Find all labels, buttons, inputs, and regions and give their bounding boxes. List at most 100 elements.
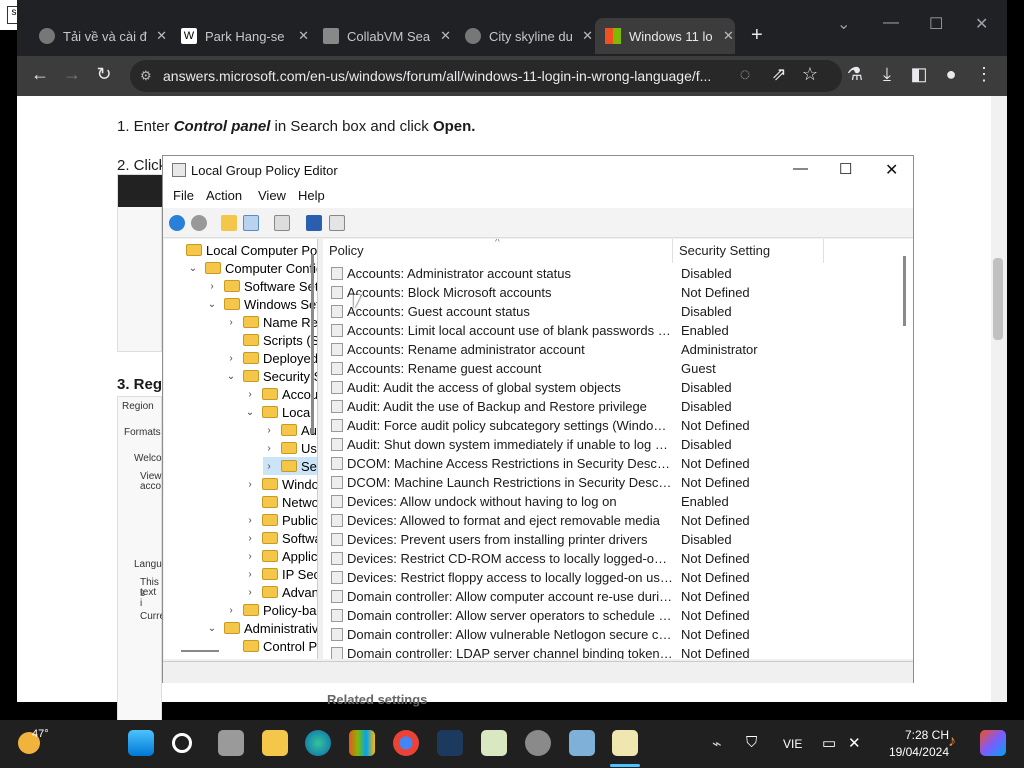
tree-hscroll-thumb[interactable]: [181, 650, 219, 652]
back-icon[interactable]: ←: [28, 64, 52, 85]
language-indicator[interactable]: VIE: [783, 737, 802, 751]
close-tab-icon[interactable]: ✕: [582, 28, 593, 44]
tab-search-icon[interactable]: ⌄: [837, 14, 850, 34]
up-folder-icon[interactable]: [221, 215, 237, 231]
tree-node[interactable]: › Software Setti: [206, 277, 317, 295]
chevron-right-icon[interactable]: ›: [244, 569, 256, 580]
policy-row[interactable]: DCOM: Machine Launch Restrictions in Sec…: [323, 473, 903, 492]
display-icon[interactable]: ▭: [822, 734, 836, 752]
tree-node[interactable]: › Softwa: [244, 529, 317, 547]
reload-icon[interactable]: ↻: [92, 64, 116, 85]
policy-row[interactable]: Devices: Allow undock without having to …: [323, 492, 903, 511]
chrome-icon[interactable]: [393, 730, 419, 756]
policy-row[interactable]: Accounts: Guest account status Disabled: [323, 302, 903, 321]
tree-node[interactable]: › Policy-bas: [225, 601, 317, 619]
bookmark-star-icon[interactable]: ☆: [798, 64, 822, 85]
menu-kebab-icon[interactable]: ⋮: [972, 64, 996, 85]
tree-node[interactable]: Local Computer Polic: [168, 241, 317, 259]
labs-flask-icon[interactable]: ⚗: [843, 64, 867, 85]
policy-row[interactable]: Domain controller: Allow server operator…: [323, 606, 903, 625]
tree-node[interactable]: ⌄Local P: [244, 403, 317, 421]
forward-icon[interactable]: [191, 215, 207, 231]
download-icon[interactable]: ⤓: [875, 64, 899, 85]
start-windows-icon[interactable]: [128, 730, 154, 756]
chevron-right-icon[interactable]: ›: [244, 587, 256, 598]
tree-node[interactable]: › Deployed: [225, 349, 317, 367]
copilot-icon[interactable]: [980, 730, 1006, 756]
minimize-icon[interactable]: —: [883, 14, 899, 32]
tree-node[interactable]: › Applic: [244, 547, 317, 565]
policy-row[interactable]: Domain controller: Allow vulnerable Netl…: [323, 625, 903, 644]
notepad-app-icon[interactable]: [481, 730, 507, 756]
close-icon[interactable]: ✕: [885, 160, 898, 180]
site-info-icon[interactable]: ⚙: [140, 60, 152, 92]
chevron-right-icon[interactable]: ›: [225, 353, 237, 364]
tree-node[interactable]: › Public: [244, 511, 317, 529]
clock-date[interactable]: 19/04/2024: [879, 745, 949, 759]
policy-row[interactable]: Audit: Audit the access of global system…: [323, 378, 903, 397]
browser-tab[interactable]: City skyline du ✕: [455, 18, 593, 54]
close-tab-icon[interactable]: ✕: [156, 28, 167, 44]
menu-action[interactable]: Action: [206, 188, 242, 203]
tree-node[interactable]: › Accou: [244, 385, 317, 403]
list-scrollbar-thumb[interactable]: [903, 256, 906, 326]
browser-tab[interactable]: W Park Hang-se ✕: [171, 18, 309, 54]
control-panel-icon[interactable]: [569, 730, 595, 756]
minimize-icon[interactable]: —: [793, 160, 808, 177]
chevron-down-icon[interactable]: ⌄: [206, 623, 218, 634]
policy-row[interactable]: DCOM: Machine Access Restrictions in Sec…: [323, 454, 903, 473]
policy-row[interactable]: Audit: Force audit policy subcategory se…: [323, 416, 903, 435]
gpedit-title-bar[interactable]: Local Group Policy Editor — ☐ ✕: [163, 156, 913, 184]
chevron-right-icon[interactable]: ›: [244, 389, 256, 400]
tree-node[interactable]: ⌄ Administrative: [206, 619, 317, 637]
policy-row[interactable]: Accounts: Limit local account use of bla…: [323, 321, 903, 340]
close-tab-icon[interactable]: ✕: [440, 28, 451, 44]
profile-icon[interactable]: ●: [939, 64, 963, 85]
menu-file[interactable]: File: [173, 188, 194, 203]
pen-app-icon[interactable]: [437, 730, 463, 756]
browser-tab[interactable]: CollabVM Sea ✕: [313, 18, 451, 54]
tree-node[interactable]: › Name Res: [225, 313, 317, 331]
new-tab-icon[interactable]: +: [751, 24, 763, 47]
tree-node[interactable]: › IP Secu: [244, 565, 317, 583]
policy-row[interactable]: Audit: Audit the use of Backup and Resto…: [323, 397, 903, 416]
export-list-icon[interactable]: [274, 215, 290, 231]
notification-bell-icon[interactable]: ♪: [948, 733, 956, 751]
clock-time[interactable]: 7:28 CH: [893, 728, 949, 742]
chevron-right-icon[interactable]: ›: [263, 425, 275, 436]
close-tab-icon[interactable]: ✕: [298, 28, 309, 44]
search-icon[interactable]: [172, 733, 192, 753]
share-icon[interactable]: ⇗: [767, 64, 791, 85]
tree-node[interactable]: › Au: [263, 421, 317, 439]
help-icon[interactable]: [306, 215, 322, 231]
policy-row[interactable]: Domain controller: LDAP server channel b…: [323, 644, 903, 659]
chevron-right-icon[interactable]: ›: [244, 515, 256, 526]
policy-row[interactable]: Devices: Restrict CD-ROM access to local…: [323, 549, 903, 568]
column-header-security-setting[interactable]: Security Setting: [679, 239, 770, 263]
browser-tab-active[interactable]: Windows 11 lo ✕: [595, 18, 735, 54]
chevron-right-icon[interactable]: ›: [206, 281, 218, 292]
chevron-right-icon[interactable]: ›: [244, 479, 256, 490]
chevron-right-icon[interactable]: ›: [225, 605, 237, 616]
browser-tab[interactable]: Tải về và cài đ ✕: [29, 18, 167, 54]
tree-node[interactable]: ⌄ Security Se: [225, 367, 317, 385]
policy-row[interactable]: Accounts: Rename guest account Guest: [323, 359, 903, 378]
maximize-icon[interactable]: ☐: [839, 160, 852, 178]
tree-node[interactable]: › Advan: [244, 583, 317, 601]
chevron-down-icon[interactable]: ⌄: [206, 299, 218, 310]
policy-row[interactable]: Audit: Shut down system immediately if u…: [323, 435, 903, 454]
chevron-down-icon[interactable]: ⌄: [225, 371, 237, 382]
eye-off-icon[interactable]: ◌: [733, 64, 757, 85]
chevron-right-icon[interactable]: ›: [263, 461, 275, 472]
tree-node[interactable]: Netwo: [244, 493, 317, 511]
file-explorer-icon[interactable]: [262, 730, 288, 756]
properties-icon[interactable]: [329, 215, 345, 231]
policy-row[interactable]: Accounts: Rename administrator account Ad…: [323, 340, 903, 359]
menu-view[interactable]: View: [258, 188, 286, 203]
tree-node[interactable]: › Windo: [244, 475, 317, 493]
task-view-icon[interactable]: [218, 730, 244, 756]
side-panel-icon[interactable]: ◧: [907, 64, 931, 85]
close-tab-icon[interactable]: ✕: [723, 28, 734, 44]
security-shield-icon[interactable]: ⛉: [746, 734, 757, 751]
menu-help[interactable]: Help: [298, 188, 325, 203]
